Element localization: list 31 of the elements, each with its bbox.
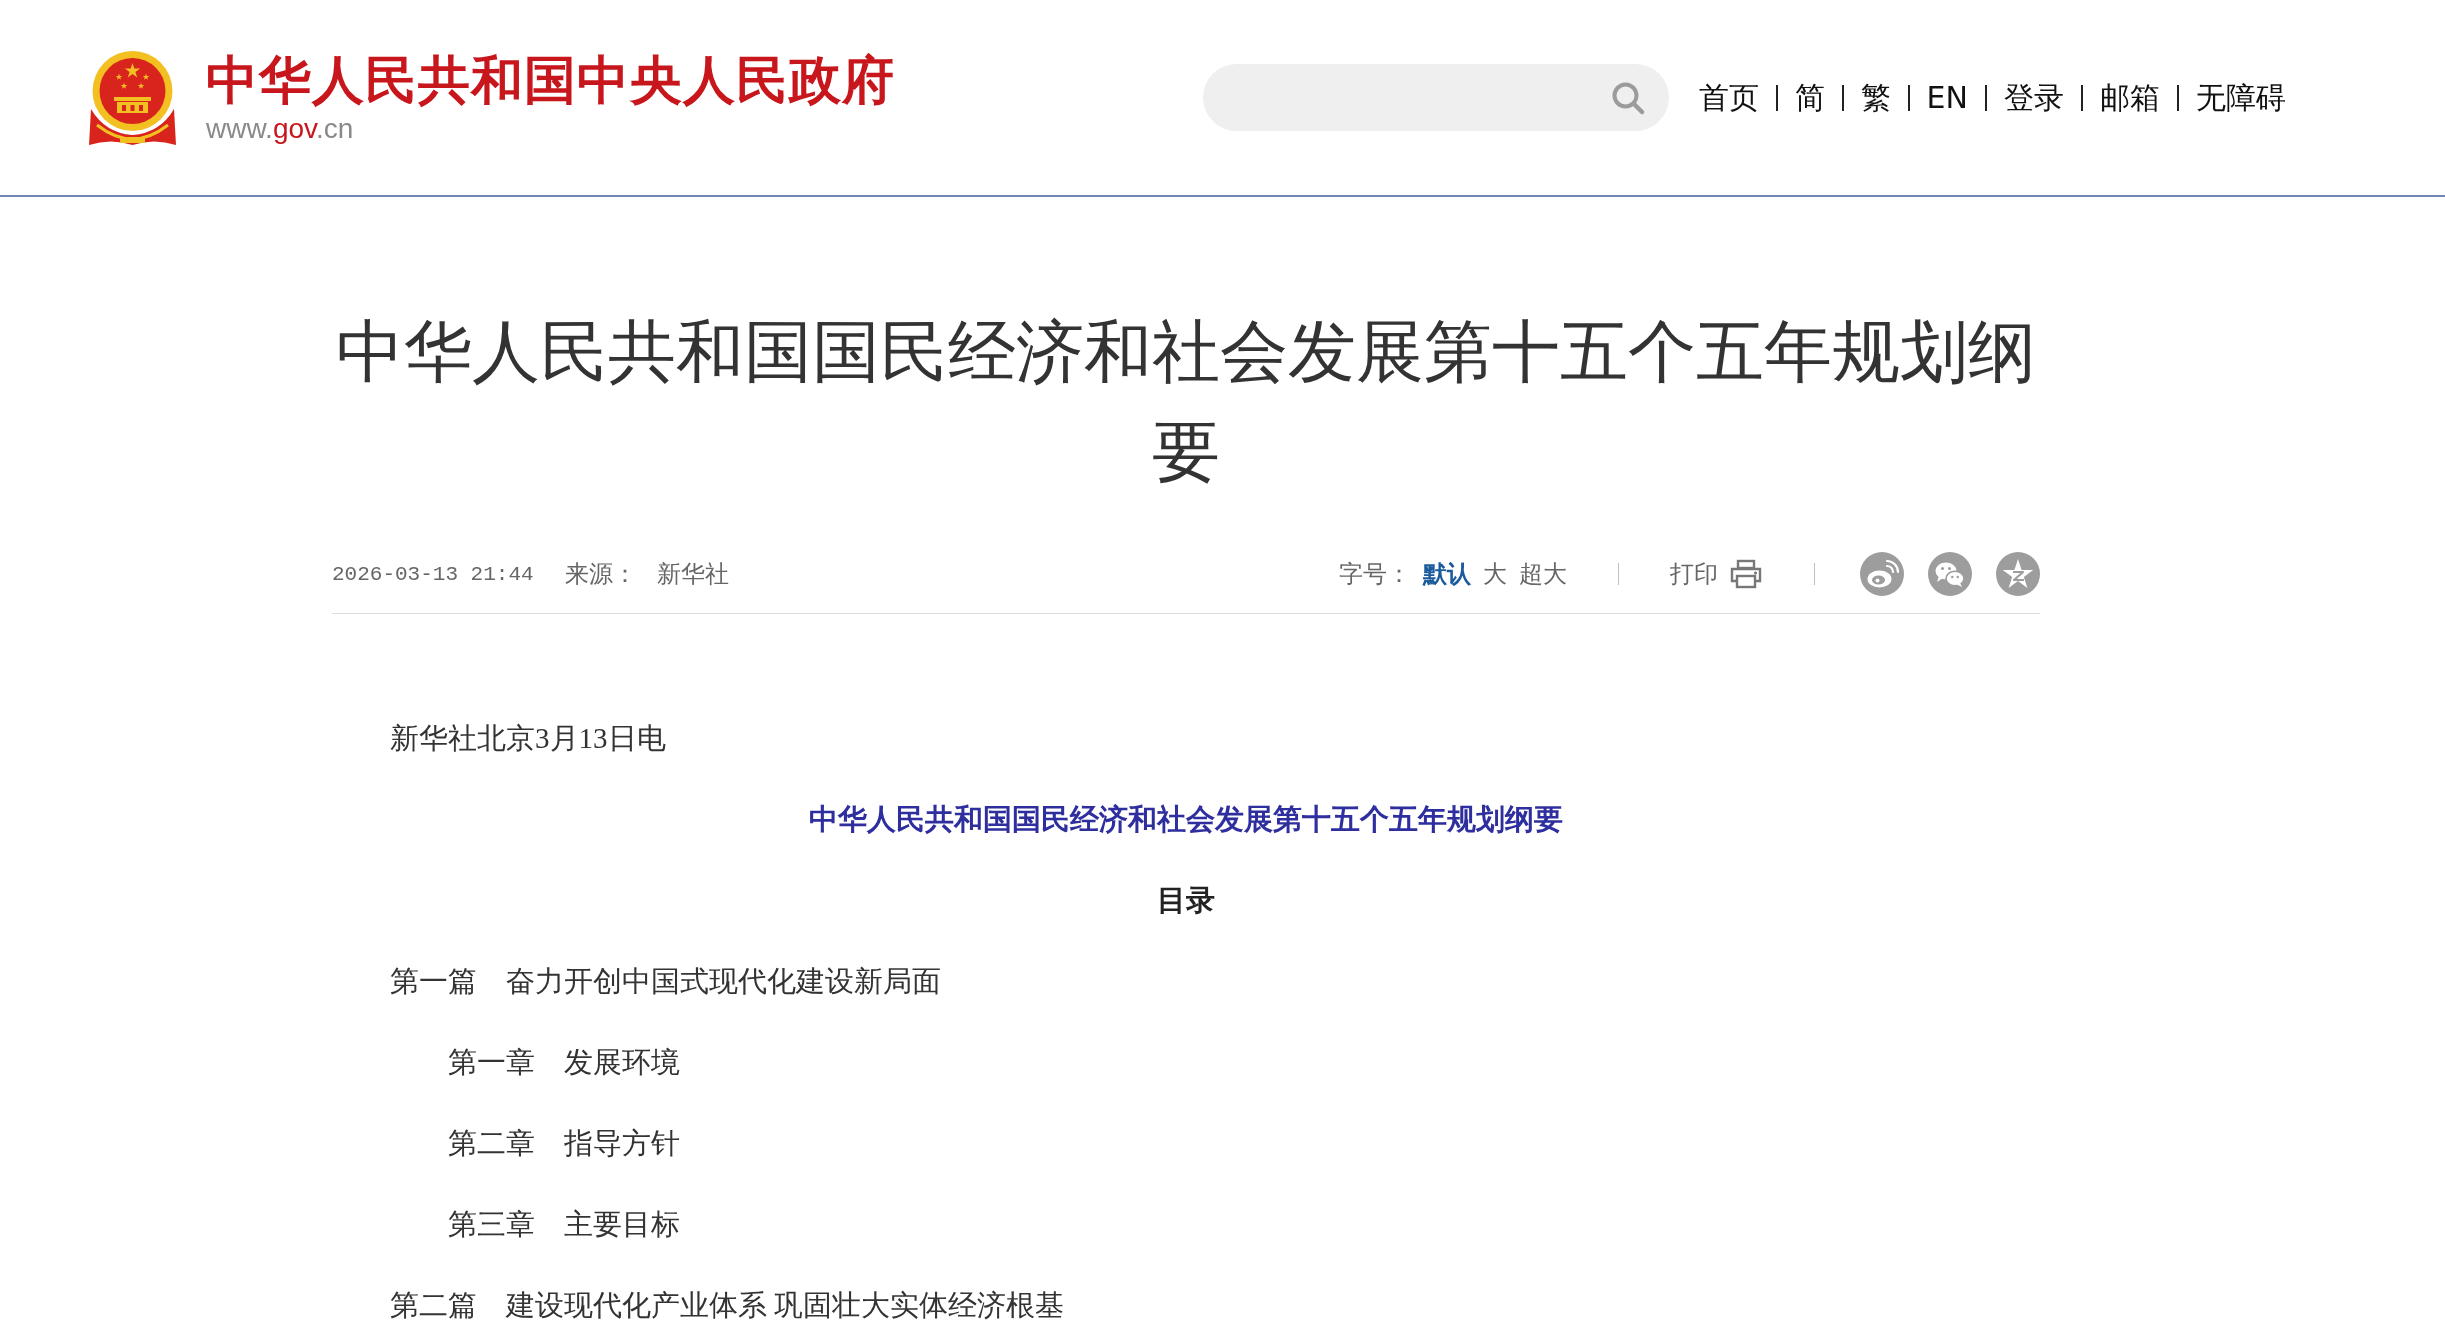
site-url: www.gov.cn bbox=[206, 111, 354, 146]
chapter-title: 第二章 指导方针 bbox=[448, 1126, 680, 1161]
publish-date: 2026-03-13 21:44 bbox=[332, 562, 534, 586]
chapter-title: 第一章 发展环境 bbox=[448, 1045, 680, 1080]
eye-icon[interactable] bbox=[1860, 552, 1904, 596]
font-size-label: 字号： bbox=[1339, 560, 1411, 589]
nav-link[interactable]: 繁 bbox=[1860, 77, 1891, 118]
emblem-icon bbox=[87, 48, 178, 147]
nav-link[interactable]: 登录 bbox=[2004, 77, 2064, 118]
chat-bubbles-icon[interactable] bbox=[1928, 552, 1972, 596]
print-button[interactable]: 打印 bbox=[1670, 558, 1763, 590]
site-title[interactable]: 中华人民共和国中央人民政府 bbox=[206, 48, 895, 111]
nav-link[interactable]: 首页 bbox=[1698, 77, 1759, 118]
part-title: 第二篇 建设现代化产业体系 巩固壮大实体经济根基 bbox=[390, 1288, 1065, 1323]
font-size-option[interactable]: 默认 bbox=[1423, 558, 1471, 590]
body-paragraph: 新华社北京3月13日电 bbox=[390, 721, 666, 756]
source-label: 来源： bbox=[564, 560, 637, 589]
nav-link[interactable]: EN bbox=[1926, 77, 1968, 118]
printer-icon bbox=[1729, 559, 1763, 589]
nav-link[interactable]: 简 bbox=[1794, 77, 1825, 118]
source-name: 新华社 bbox=[656, 560, 729, 589]
font-size-option[interactable]: 大 bbox=[1483, 558, 1507, 590]
nav-link[interactable]: 无障碍 bbox=[2196, 77, 2286, 118]
contents-heading: 目录 bbox=[1157, 883, 1215, 918]
document-title: 中华人民共和国国民经济和社会发展第十五个五年规划纲要 bbox=[809, 802, 1563, 837]
font-size-option[interactable]: 超大 bbox=[1519, 558, 1567, 590]
part-title: 第一篇 奋力开创中国式现代化建设新局面 bbox=[390, 964, 941, 999]
article-title: 中华人民共和国国民经济和社会发展第十五个五年规划纲要 bbox=[335, 311, 2037, 493]
search-icon[interactable] bbox=[1610, 80, 1645, 115]
nav-link[interactable]: 邮箱 bbox=[2100, 77, 2160, 118]
chapter-title: 第三章 主要目标 bbox=[448, 1207, 680, 1242]
